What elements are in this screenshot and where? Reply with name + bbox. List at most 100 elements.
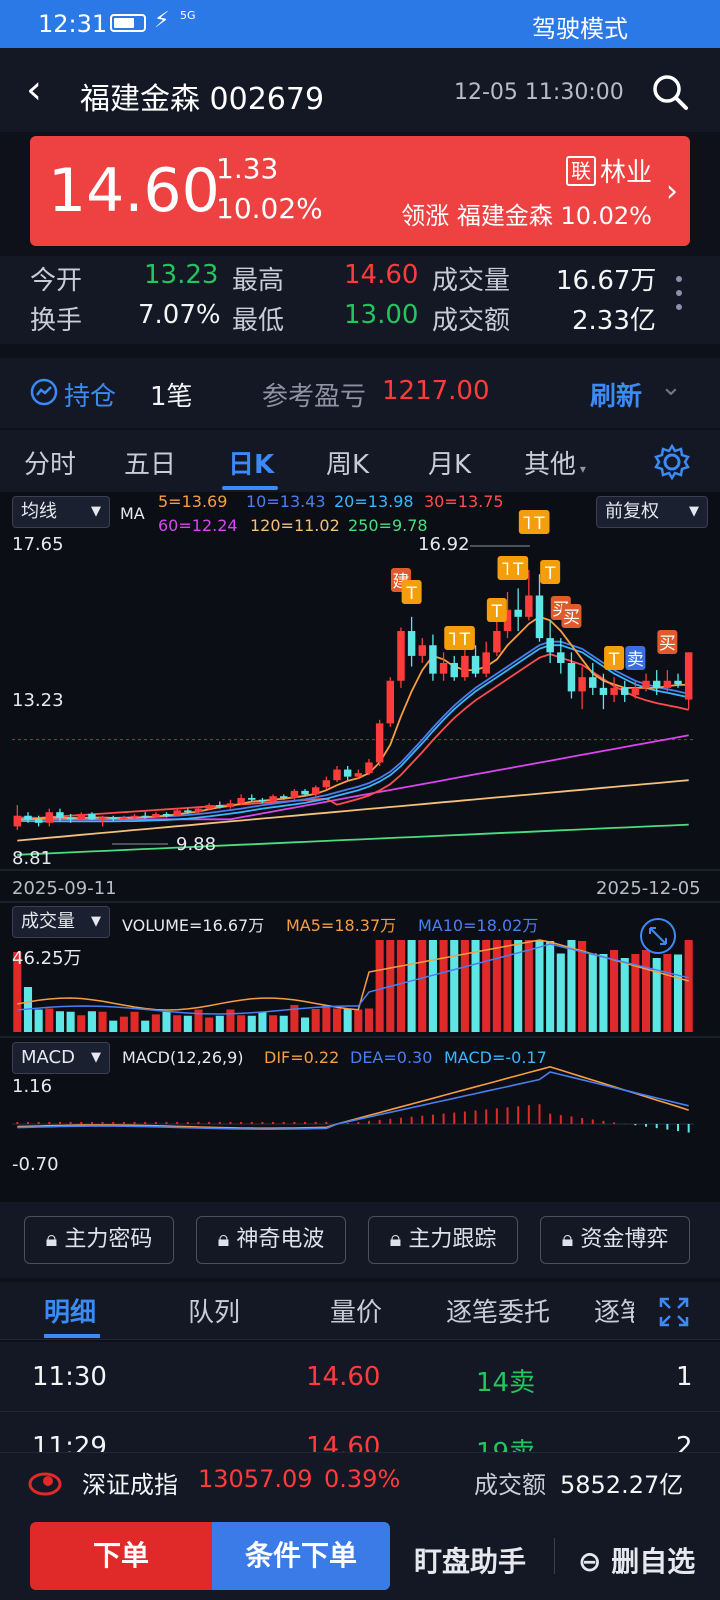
date-end: 2025-12-05 (596, 878, 701, 899)
trade-marker-label: 买 (659, 634, 676, 654)
minus-circle-icon: ⊖ (578, 1545, 602, 1578)
lock-icon: 🔒︎ (217, 1227, 230, 1252)
watch-helper-button[interactable]: 盯盘助手 (414, 1540, 526, 1580)
driving-mode[interactable]: 驾驶模式 (532, 9, 628, 44)
volume-bar (364, 1008, 374, 1032)
macd-dea-line (17, 1071, 689, 1131)
volume-ma5: MA5=18.37万 (286, 916, 397, 935)
tab-detail[interactable]: 明细 (44, 1292, 96, 1329)
candle-body (589, 677, 597, 688)
expand-icon[interactable] (638, 916, 678, 956)
candle-body (98, 817, 107, 820)
ma30-line (17, 653, 689, 821)
capital-game-button[interactable]: 🔒︎ 资金博弈 (540, 1216, 690, 1264)
volume-bar (269, 1015, 278, 1032)
volume-bar (226, 1009, 235, 1032)
volume-bar (610, 950, 619, 1032)
tab-order-by-order[interactable]: 逐笔委托 (446, 1292, 550, 1329)
more-dots-icon[interactable] (676, 276, 682, 318)
pl-value: 1217.00 (382, 376, 490, 406)
tab-tick-by-tick[interactable]: 逐笔 (594, 1292, 634, 1329)
gear-icon[interactable] (652, 442, 692, 482)
tab-intraday[interactable]: 分时 (24, 444, 76, 481)
quote-stats: 今开 13.23 最高 14.60 成交量 16.67万 换手 7.07% 最低… (0, 256, 720, 344)
volume-bar (567, 940, 576, 1032)
kline-chart[interactable]: 建TT TTT TT TT买买T 卖买 (0, 492, 720, 1202)
y-axis-mid: 13.23 (12, 690, 64, 711)
index-name: 深证成指 (82, 1471, 178, 1499)
ma250-line (17, 823, 689, 856)
volume-ma5-line (17, 939, 689, 1011)
volume-bar (439, 940, 448, 1032)
macd-dropdown[interactable]: MACD ▼ (12, 1042, 110, 1074)
conditional-order-button[interactable]: 条件下单 (212, 1522, 390, 1590)
volume-bar (684, 940, 693, 1032)
tab-other[interactable]: 其他 ▾ (524, 444, 586, 481)
tab-five-day[interactable]: 五日 (124, 444, 176, 481)
open-value: 13.23 (144, 260, 219, 290)
candle-body (386, 680, 395, 724)
remove-watchlist-button[interactable]: ⊖ 删自选 (578, 1540, 695, 1580)
candle-body (141, 815, 149, 818)
industry-leader: 领涨 福建金森 10.02% (401, 202, 652, 230)
trade-volume: 14卖 (476, 1368, 536, 1398)
y-axis-top: 17.65 (12, 534, 64, 555)
candle-body (88, 813, 96, 820)
ma-dropdown-label: 均线 (21, 501, 57, 522)
chevron-down-icon[interactable]: ⌄ (660, 372, 682, 402)
main-force-track-button[interactable]: 🔒︎ 主力跟踪 (368, 1216, 518, 1264)
volume-bar (183, 1015, 192, 1032)
turnover-label: 换手 (30, 306, 83, 336)
volume-bar (450, 940, 459, 1032)
candle-body (482, 652, 490, 674)
chevron-right-icon[interactable]: › (666, 174, 678, 209)
fullscreen-icon[interactable] (658, 1296, 690, 1328)
tab-queue[interactable]: 队列 (188, 1292, 240, 1329)
volume-bar (151, 1014, 160, 1032)
candle-body (631, 687, 640, 695)
ma-dropdown[interactable]: 均线 ▼ (12, 496, 110, 528)
tab-volume-price[interactable]: 量价 (330, 1292, 382, 1329)
tab-daily-k[interactable]: 日K (228, 444, 274, 481)
macd-params: MACD(12,26,9) (122, 1048, 244, 1067)
tab-weekly-k[interactable]: 周K (326, 444, 369, 481)
volume-bar (109, 1020, 118, 1032)
index-bar[interactable]: 深证成指 13057.09 0.39% 成交额 5852.27亿 (0, 1452, 720, 1508)
candle-body (429, 645, 437, 674)
candle-body (407, 631, 416, 656)
volume-bar (279, 1015, 288, 1032)
trade-marker-label: 买 (563, 608, 580, 628)
active-detail-underline (44, 1334, 100, 1338)
order-button[interactable]: 下单 (30, 1522, 212, 1590)
volume-dropdown[interactable]: 成交量 ▼ (12, 906, 110, 938)
stock-title: 福建金森 002679 (80, 82, 325, 117)
back-icon[interactable]: ‹ (26, 70, 42, 110)
chart-area[interactable]: 建TTTTTTTTT买买T卖买 均线 ▼ MA 5=13.69 10=13.43 … (0, 492, 720, 1202)
macd-y-top: 1.16 (12, 1076, 53, 1097)
tab-monthly-k[interactable]: 月K (428, 444, 471, 481)
trade-marker-label: T (405, 584, 417, 604)
active-tab-underline (222, 486, 278, 490)
candle-body (471, 655, 480, 674)
candle-body (418, 645, 426, 656)
volume-bar (546, 941, 555, 1032)
refresh-button[interactable]: 刷新 (590, 376, 642, 413)
adjust-dropdown[interactable]: 前复权 ▼ (596, 496, 708, 528)
ma20-line (17, 644, 689, 823)
candle-body (56, 812, 64, 818)
main-force-code-button[interactable]: 🔒︎ 主力密码 (24, 1216, 174, 1264)
volume-bar (332, 1008, 342, 1032)
price-block[interactable]: 14.60 1.33 10.02% 联 林业 领涨 福建金森 10.02% › (30, 136, 690, 246)
index-pct: 0.39% (324, 1465, 401, 1493)
table-row: 11:29 14.60 19卖 2 (0, 1412, 720, 1452)
magic-wave-button[interactable]: 🔒︎ 神奇电波 (196, 1216, 346, 1264)
search-icon[interactable] (650, 72, 690, 112)
volume-bar (130, 1011, 139, 1032)
current-price: 14.60 (48, 156, 220, 226)
trade-list: 11:30 14.60 14卖 1 11:29 14.60 19卖 2 (0, 1342, 720, 1452)
candle-body (439, 662, 448, 674)
candle-body (652, 680, 661, 688)
holding-label[interactable]: 持仓 (64, 376, 116, 413)
trade-marker-label: T (533, 514, 545, 534)
industry-badge: 联 (565, 155, 596, 186)
